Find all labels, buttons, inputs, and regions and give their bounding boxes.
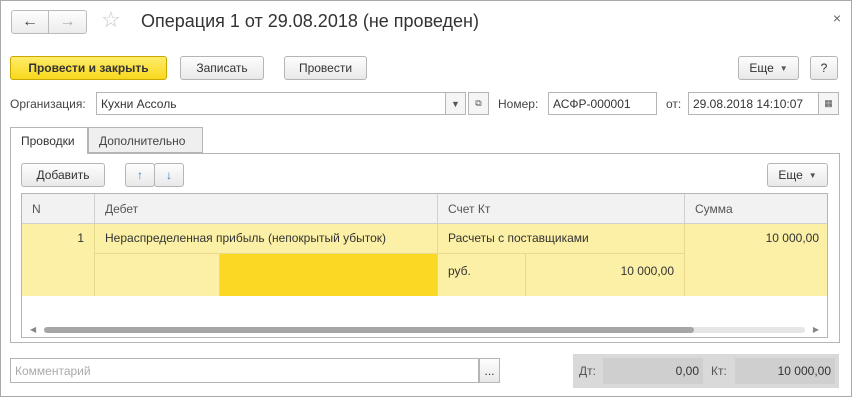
document-window: ← → ☆ Операция 1 от 29.08.2018 (не прове… xyxy=(0,0,852,397)
arrow-right-icon: → xyxy=(59,13,76,30)
comment-field[interactable]: Комментарий xyxy=(10,358,479,383)
column-header-debit[interactable]: Дебет xyxy=(95,194,438,224)
tab-entries[interactable]: Проводки xyxy=(10,127,88,154)
debit-subconto-cell[interactable] xyxy=(95,254,220,296)
credit-amount-cell[interactable]: 10 000,00 xyxy=(526,254,685,296)
arrow-left-icon: ← xyxy=(22,13,38,30)
organization-dropdown-button[interactable]: ▼ xyxy=(445,92,466,115)
column-header-sum[interactable]: Сумма xyxy=(685,194,827,224)
more-menu-button[interactable]: Еще ▼ xyxy=(738,56,799,80)
move-down-button[interactable]: ↓ xyxy=(154,163,184,187)
scroll-track[interactable] xyxy=(44,327,805,333)
calendar-icon: ▦ xyxy=(824,98,833,108)
debit-selected-cell[interactable] xyxy=(220,254,438,296)
scroll-right-icon[interactable]: ▶ xyxy=(813,325,819,334)
horizontal-scrollbar[interactable]: ◀ ▶ xyxy=(22,323,827,337)
totals-panel: Дт: 0,00 Кт: 10 000,00 xyxy=(573,354,839,388)
post-and-close-button[interactable]: Провести и закрыть xyxy=(10,56,167,80)
save-button[interactable]: Записать xyxy=(180,56,264,80)
scroll-thumb[interactable] xyxy=(44,327,694,333)
window-title: Операция 1 от 29.08.2018 (не проведен) xyxy=(141,11,479,31)
credit-currency-cell[interactable]: руб. xyxy=(438,254,526,296)
column-header-n[interactable]: N xyxy=(22,194,95,224)
table-header: N Дебет Счет Кт Сумма xyxy=(22,194,827,224)
number-label: Номер: xyxy=(498,97,539,111)
number-field[interactable]: АСФР-000001 xyxy=(548,92,657,115)
forward-button[interactable]: → xyxy=(49,10,87,34)
arrow-up-icon: ↑ xyxy=(137,168,143,182)
debit-total-value: 0,00 xyxy=(675,364,699,378)
credit-account-cell[interactable]: Расчеты с поставщиками xyxy=(438,224,685,254)
debit-account-cell[interactable]: Нераспределенная прибыль (непокрытый убы… xyxy=(95,224,438,254)
post-button[interactable]: Провести xyxy=(284,56,367,80)
more-label: Еще xyxy=(778,168,803,182)
credit-total-value: 10 000,00 xyxy=(777,364,831,378)
date-label: от: xyxy=(666,97,682,111)
favorite-star-icon[interactable]: ☆ xyxy=(101,7,121,33)
calendar-button[interactable]: ▦ xyxy=(818,92,839,115)
row-number: 1 xyxy=(22,224,95,296)
dropdown-arrow-icon: ▼ xyxy=(779,63,788,73)
more-label: Еще xyxy=(749,61,774,75)
help-button[interactable]: ? xyxy=(810,56,838,80)
tab-additional[interactable]: Дополнительно xyxy=(88,127,203,153)
open-item-icon: ⧉ xyxy=(475,98,482,108)
move-up-button[interactable]: ↑ xyxy=(125,163,155,187)
scroll-left-icon[interactable]: ◀ xyxy=(30,325,36,334)
column-header-credit[interactable]: Счет Кт xyxy=(438,194,685,224)
debit-total-label: Дт: xyxy=(579,364,596,378)
table-more-button[interactable]: Еще ▼ xyxy=(767,163,828,187)
organization-open-button[interactable]: ⧉ xyxy=(468,92,489,115)
date-field[interactable]: 29.08.2018 14:10:07 xyxy=(688,92,819,115)
comment-expand-button[interactable]: ... xyxy=(479,358,500,383)
organization-field[interactable]: Кухни Ассоль xyxy=(96,92,446,115)
add-button[interactable]: Добавить xyxy=(21,163,105,187)
back-button[interactable]: ← xyxy=(11,10,49,34)
credit-total-label: Кт: xyxy=(711,364,727,378)
close-icon[interactable]: × xyxy=(833,10,841,26)
navigation-buttons: ← → xyxy=(11,10,87,34)
sum-cell[interactable]: 10 000,00 xyxy=(685,224,827,254)
organization-label: Организация: xyxy=(10,97,86,111)
arrow-down-icon: ↓ xyxy=(166,168,172,182)
table-row[interactable]: 1 Нераспределенная прибыль (непокрытый у… xyxy=(22,224,827,296)
dropdown-arrow-icon: ▼ xyxy=(451,98,460,109)
dropdown-arrow-icon: ▼ xyxy=(808,170,817,180)
entries-table: N Дебет Счет Кт Сумма 1 Нераспределенная… xyxy=(21,193,828,338)
